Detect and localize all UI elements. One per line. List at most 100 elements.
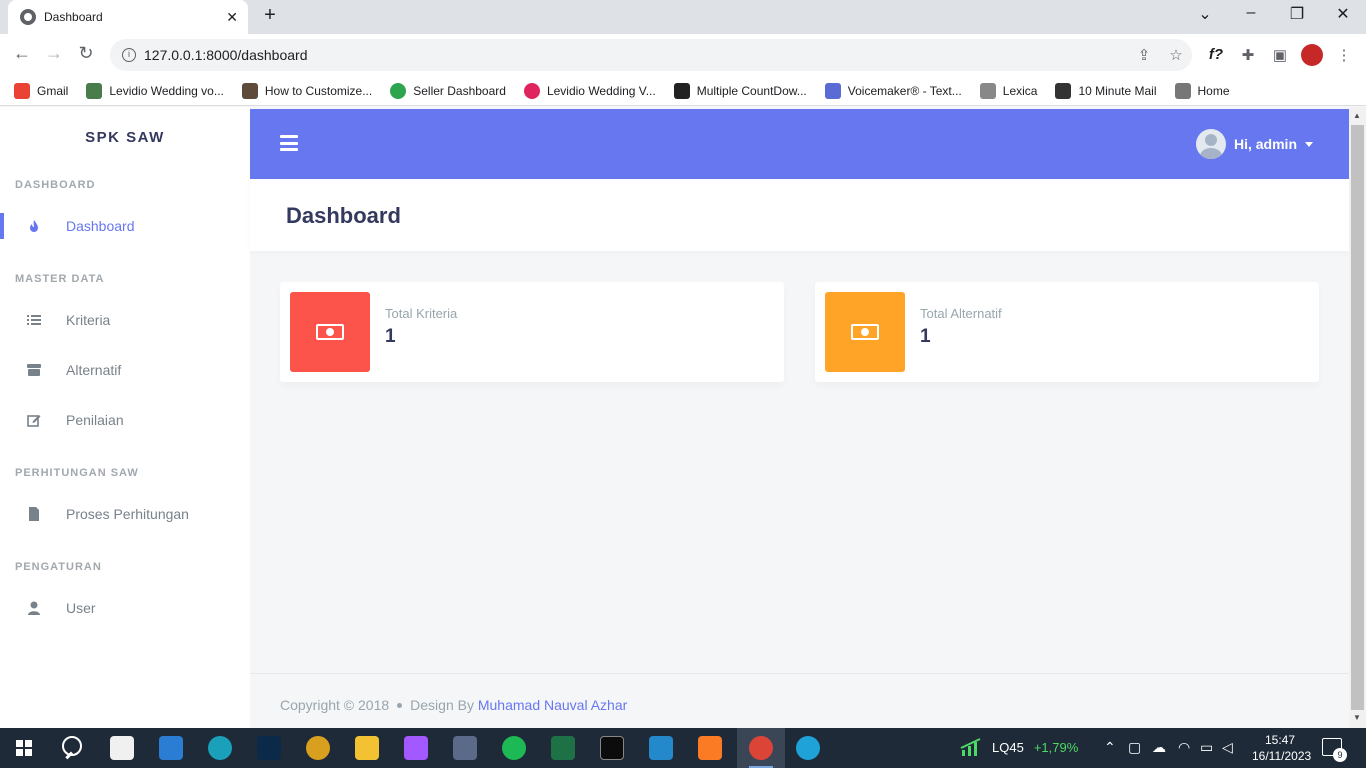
menu-header: PENGATURAN [15, 561, 102, 573]
battery-icon[interactable]: ▭ [1200, 739, 1213, 756]
author-link[interactable]: Muhamad Nauval Azhar [478, 697, 627, 713]
reload-icon[interactable]: ↻ [74, 43, 98, 64]
footer: Copyright © 2018 Design By Muhamad Nauval… [250, 673, 1349, 728]
volume-icon[interactable]: ◁ [1222, 739, 1233, 756]
store-app-icon[interactable] [110, 736, 134, 760]
restore-icon[interactable]: ❐ [1282, 4, 1312, 24]
bookmark-item[interactable]: Home [1174, 82, 1230, 99]
design-by-text: Design By [410, 697, 474, 713]
stat-value: 1 [385, 326, 396, 347]
fire-icon [30, 220, 38, 232]
stat-value: 1 [920, 326, 931, 347]
sidebar-item-label: Dashboard [66, 218, 135, 234]
clock[interactable]: 15:47 16/11/2023 [1252, 732, 1312, 764]
mail-app-icon[interactable] [159, 736, 183, 760]
top-navbar: Hi, admin [250, 109, 1349, 179]
vscode-app-icon[interactable] [649, 736, 673, 760]
hamburger-menu-icon[interactable] [280, 135, 298, 155]
wifi-icon[interactable]: ◠ [1178, 739, 1190, 756]
user-greeting: Hi, admin [1233, 136, 1297, 152]
sidebar-item-alternatif[interactable]: Alternatif [0, 345, 250, 395]
back-arrow-icon[interactable]: ← [10, 43, 34, 64]
menu-header: PERHITUNGAN SAW [15, 467, 139, 479]
money-bill-icon [825, 292, 905, 372]
scroll-down-arrow-icon[interactable]: ▼ [1353, 713, 1361, 722]
windows-start-icon[interactable] [16, 740, 32, 756]
chart-up-icon [960, 738, 981, 756]
scroll-up-arrow-icon[interactable]: ▲ [1353, 111, 1361, 120]
stock-ticker[interactable]: LQ45 +1,79% [960, 738, 1078, 756]
user-icon [28, 601, 40, 615]
clock-date: 16/11/2023 [1252, 749, 1312, 763]
chrome-app-icon[interactable] [749, 736, 773, 760]
stat-card-kriteria: Total Kriteria 1 [280, 282, 784, 382]
more-menu-icon[interactable]: ⋮ [1334, 46, 1354, 64]
app-icon[interactable] [306, 736, 330, 760]
info-icon[interactable]: i [122, 48, 136, 62]
sidebar-item-dashboard[interactable]: Dashboard [0, 201, 250, 251]
sidebar-item-kriteria[interactable]: Kriteria [0, 295, 250, 345]
onedrive-cloud-icon[interactable]: ☁ [1152, 739, 1166, 756]
side-panel-icon[interactable]: ▣ [1270, 46, 1290, 64]
brand-logo[interactable]: SPK SAW [0, 107, 250, 169]
notification-count-badge: 9 [1333, 748, 1347, 762]
app-icon[interactable] [453, 736, 477, 760]
bookmark-item[interactable]: Gmail [14, 82, 68, 99]
close-tab-icon[interactable]: ✕ [226, 9, 238, 26]
share-icon[interactable]: ⇪ [1134, 46, 1154, 64]
menu-header: DASHBOARD [15, 179, 96, 191]
bookmark-item[interactable]: Levidio Wedding vo... [86, 82, 224, 99]
bookmark-label: Lexica [1002, 83, 1038, 98]
bookmark-item[interactable]: Lexica [979, 82, 1038, 99]
stat-label: Total Alternatif [920, 306, 1002, 321]
meet-now-icon[interactable]: ▢ [1128, 739, 1141, 756]
forward-arrow-icon[interactable]: → [42, 43, 66, 64]
excel-app-icon[interactable] [551, 736, 575, 760]
bookmark-item[interactable]: 10 Minute Mail [1055, 82, 1157, 99]
file-explorer-icon[interactable] [355, 736, 379, 760]
minimize-icon[interactable]: – [1236, 4, 1266, 22]
browser-tab[interactable]: Dashboard ✕ [8, 0, 248, 34]
bookmark-label: Voicemaker® - Text... [847, 83, 962, 98]
vertical-scrollbar[interactable]: ▲ ▼ [1349, 107, 1366, 728]
tab-title: Dashboard [44, 10, 103, 24]
scrollbar-thumb[interactable] [1351, 125, 1364, 710]
bookmark-item[interactable]: How to Customize... [241, 82, 372, 99]
sidebar-item-label: User [66, 600, 96, 616]
bookmark-item[interactable]: Multiple CountDow... [673, 82, 807, 99]
chevron-up-icon[interactable]: ⌃ [1104, 739, 1116, 756]
bookmark-item[interactable]: Seller Dashboard [390, 82, 506, 99]
edge-app-icon[interactable] [208, 736, 232, 760]
list-icon [27, 315, 41, 325]
figma-app-icon[interactable] [404, 736, 428, 760]
url-bar[interactable]: i 127.0.0.1:8000/dashboard [110, 39, 1192, 71]
bookmark-label: Multiple CountDow... [696, 83, 807, 98]
terminal-app-icon[interactable] [600, 736, 624, 760]
photoshop-app-icon[interactable] [257, 736, 281, 760]
sidebar-item-label: Alternatif [66, 362, 122, 378]
bookmark-star-icon[interactable]: ☆ [1166, 46, 1186, 64]
xampp-app-icon[interactable] [698, 736, 722, 760]
bookmark-item[interactable]: Voicemaker® - Text... [824, 82, 962, 99]
bookmark-label: Levidio Wedding vo... [109, 83, 224, 98]
search-icon[interactable] [62, 736, 82, 756]
waveform-icon [824, 82, 841, 99]
profile-avatar[interactable] [1301, 44, 1323, 66]
bookmark-label: Levidio Wedding V... [546, 83, 656, 98]
new-tab-button[interactable]: + [258, 4, 282, 27]
sidebar-item-penilaian[interactable]: Penilaian [0, 395, 250, 445]
avatar [1195, 129, 1226, 159]
user-dropdown[interactable]: Hi, admin [1195, 129, 1313, 159]
section-header: Dashboard [250, 179, 1349, 251]
bookmark-item[interactable]: Levidio Wedding V... [523, 82, 656, 99]
canva-app-icon[interactable] [796, 736, 820, 760]
sidebar-item-proses-perhitungan[interactable]: Proses Perhitungan [0, 489, 250, 539]
extensions-puzzle-icon[interactable]: ✚ [1238, 46, 1258, 64]
close-window-icon[interactable]: ✕ [1328, 4, 1358, 24]
stat-card-alternatif: Total Alternatif 1 [815, 282, 1319, 382]
spotify-app-icon[interactable] [502, 736, 526, 760]
tab-search-icon[interactable]: ⌄ [1190, 4, 1220, 24]
formula-extension-icon[interactable]: f? [1206, 46, 1226, 63]
sidebar-item-user[interactable]: User [0, 583, 250, 633]
ticker-change: +1,79% [1033, 739, 1079, 755]
